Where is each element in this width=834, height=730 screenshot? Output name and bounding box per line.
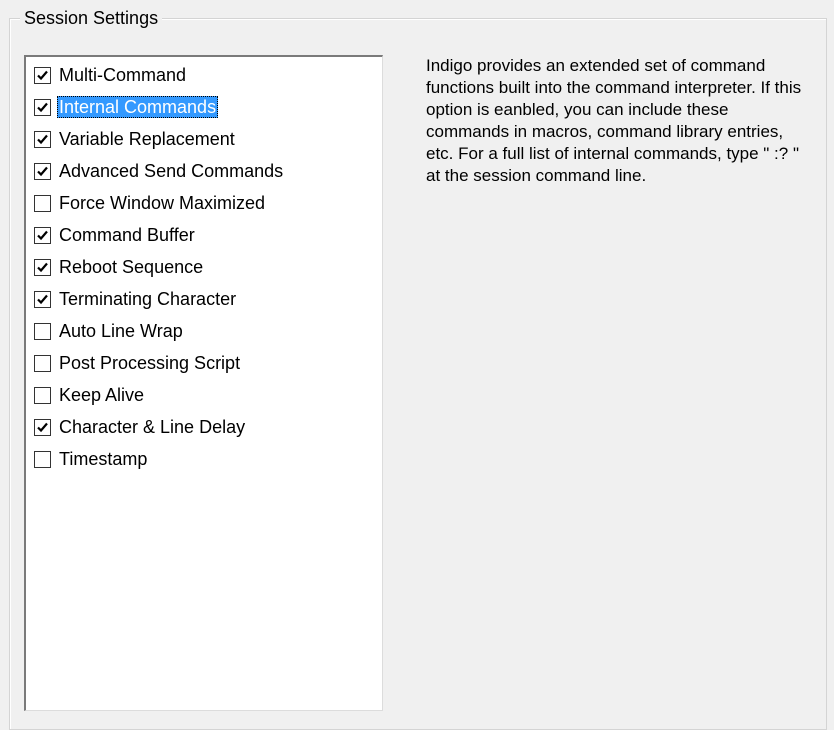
checkmark-icon bbox=[37, 294, 48, 304]
checkbox[interactable] bbox=[34, 386, 51, 404]
session-options-checklist[interactable]: Multi-Command Internal Commands Variable… bbox=[24, 55, 383, 711]
checkbox[interactable] bbox=[34, 290, 51, 308]
checkmark-icon bbox=[37, 262, 48, 272]
option-label: Terminating Character bbox=[59, 289, 237, 309]
checkmark-icon bbox=[37, 166, 48, 176]
option-label: Multi-Command bbox=[59, 65, 187, 85]
option-multi-command[interactable]: Multi-Command bbox=[34, 63, 188, 87]
checkmark-icon bbox=[37, 70, 48, 80]
option-label: Post Processing Script bbox=[59, 353, 241, 373]
option-advanced-send-commands[interactable]: Advanced Send Commands bbox=[34, 159, 285, 183]
option-keep-alive[interactable]: Keep Alive bbox=[34, 383, 146, 407]
option-label: Reboot Sequence bbox=[59, 257, 204, 277]
option-label: Character & Line Delay bbox=[59, 417, 246, 437]
option-character-line-delay[interactable]: Character & Line Delay bbox=[34, 415, 247, 439]
option-label: Variable Replacement bbox=[59, 129, 235, 149]
option-label: Keep Alive bbox=[59, 385, 145, 405]
checkbox[interactable] bbox=[34, 354, 51, 372]
checkbox[interactable] bbox=[34, 322, 51, 340]
option-timestamp[interactable]: Timestamp bbox=[34, 447, 149, 471]
groupbox-title: Session Settings bbox=[20, 8, 163, 28]
option-label: Internal Commands bbox=[57, 96, 219, 118]
checkbox[interactable] bbox=[34, 130, 51, 148]
option-label: Advanced Send Commands bbox=[59, 161, 284, 181]
option-internal-commands[interactable]: Internal Commands bbox=[34, 95, 219, 119]
option-label: Auto Line Wrap bbox=[59, 321, 183, 341]
checkmark-icon bbox=[37, 134, 48, 144]
checkmark-icon bbox=[37, 422, 48, 432]
checkmark-icon bbox=[37, 102, 48, 112]
checkbox[interactable] bbox=[34, 194, 51, 212]
option-command-buffer[interactable]: Command Buffer bbox=[34, 223, 197, 247]
checkbox[interactable] bbox=[34, 450, 51, 468]
option-post-processing-script[interactable]: Post Processing Script bbox=[34, 351, 242, 375]
option-variable-replacement[interactable]: Variable Replacement bbox=[34, 127, 237, 151]
checkbox[interactable] bbox=[34, 418, 51, 436]
option-auto-line-wrap[interactable]: Auto Line Wrap bbox=[34, 319, 185, 343]
checkbox[interactable] bbox=[34, 66, 51, 84]
option-label: Timestamp bbox=[59, 449, 148, 469]
option-reboot-sequence[interactable]: Reboot Sequence bbox=[34, 255, 205, 279]
checkbox[interactable] bbox=[34, 226, 51, 244]
checkbox[interactable] bbox=[34, 258, 51, 276]
checkmark-icon bbox=[37, 230, 48, 240]
option-label: Force Window Maximized bbox=[59, 193, 266, 213]
checkbox[interactable] bbox=[34, 98, 51, 116]
option-description: Indigo provides an extended set of comma… bbox=[426, 56, 802, 185]
option-label: Command Buffer bbox=[59, 225, 195, 245]
checkbox[interactable] bbox=[34, 162, 51, 180]
option-force-window-maximized[interactable]: Force Window Maximized bbox=[34, 191, 267, 215]
option-terminating-character[interactable]: Terminating Character bbox=[34, 287, 238, 311]
